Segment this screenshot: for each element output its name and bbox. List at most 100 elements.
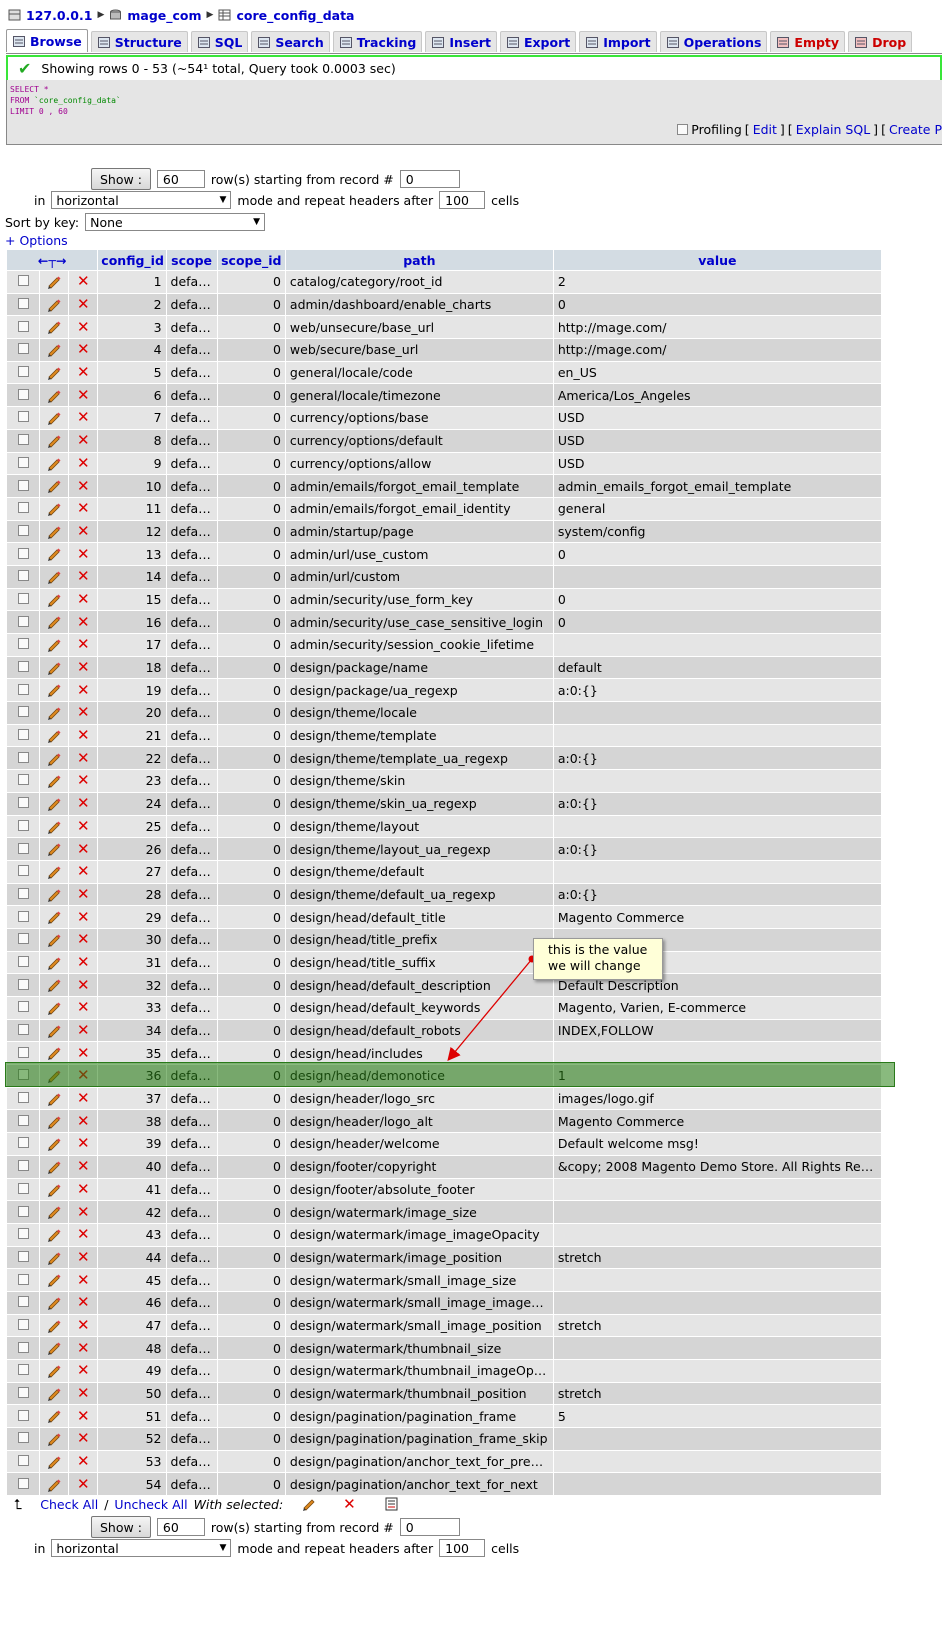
pencil-icon[interactable] bbox=[46, 364, 62, 380]
delete-icon[interactable]: ✕ bbox=[77, 998, 90, 1016]
delete-row-button[interactable]: ✕ bbox=[69, 588, 98, 611]
delete-icon[interactable]: ✕ bbox=[77, 454, 90, 472]
edit-row-button[interactable] bbox=[40, 1133, 69, 1155]
breadcrumb-server-link[interactable]: 127.0.0.1 bbox=[26, 8, 92, 23]
delete-row-button[interactable]: ✕ bbox=[69, 1314, 98, 1337]
pencil-icon[interactable] bbox=[46, 682, 62, 698]
delete-row-button[interactable]: ✕ bbox=[69, 747, 98, 770]
row-checkbox[interactable] bbox=[7, 407, 40, 429]
pencil-icon[interactable] bbox=[46, 977, 62, 993]
delete-icon[interactable]: ✕ bbox=[77, 613, 90, 631]
delete-icon[interactable]: ✕ bbox=[77, 408, 90, 426]
delete-icon[interactable]: ✕ bbox=[77, 431, 90, 449]
edit-row-button[interactable] bbox=[40, 543, 69, 565]
checkbox[interactable] bbox=[17, 910, 29, 922]
checkbox[interactable] bbox=[17, 751, 29, 763]
delete-icon[interactable]: ✕ bbox=[77, 885, 90, 903]
delete-row-button[interactable]: ✕ bbox=[69, 1428, 98, 1450]
checkbox[interactable] bbox=[17, 1477, 29, 1489]
edit-row-button[interactable] bbox=[40, 974, 69, 996]
row-checkbox[interactable] bbox=[7, 543, 40, 565]
pencil-icon[interactable] bbox=[46, 841, 62, 857]
delete-row-button[interactable]: ✕ bbox=[69, 543, 98, 565]
edit-row-button[interactable] bbox=[40, 611, 69, 633]
delete-icon[interactable]: ✕ bbox=[77, 295, 90, 313]
tab-sql[interactable]: SQL bbox=[190, 31, 249, 52]
row-checkbox[interactable] bbox=[7, 747, 40, 770]
display-mode-select-bottom[interactable]: horizontal ▼ bbox=[51, 1539, 232, 1557]
pencil-icon[interactable] bbox=[46, 1158, 62, 1174]
delete-row-button[interactable]: ✕ bbox=[69, 611, 98, 633]
delete-row-button[interactable]: ✕ bbox=[69, 1087, 98, 1110]
checkbox[interactable] bbox=[17, 1114, 29, 1126]
pencil-icon[interactable] bbox=[46, 659, 62, 675]
delete-row-button[interactable]: ✕ bbox=[69, 974, 98, 996]
pencil-icon[interactable] bbox=[46, 478, 62, 494]
checkbox[interactable] bbox=[17, 298, 29, 310]
delete-row-button[interactable]: ✕ bbox=[69, 951, 98, 974]
delete-icon[interactable]: ✕ bbox=[77, 1429, 90, 1447]
row-checkbox[interactable] bbox=[7, 1019, 40, 1042]
check-all-link[interactable]: Check All bbox=[40, 1497, 98, 1512]
tab-tracking[interactable]: Tracking bbox=[332, 31, 423, 52]
edit-row-button[interactable] bbox=[40, 1042, 69, 1065]
tab-structure[interactable]: Structure bbox=[90, 31, 188, 52]
tab-browse[interactable]: Browse bbox=[6, 29, 88, 52]
pencil-icon[interactable] bbox=[46, 546, 62, 562]
edit-row-button[interactable] bbox=[40, 1087, 69, 1110]
delete-icon[interactable]: ✕ bbox=[77, 681, 90, 699]
pencil-icon[interactable] bbox=[46, 1385, 62, 1401]
delete-icon[interactable]: ✕ bbox=[77, 1339, 90, 1357]
edit-row-button[interactable] bbox=[40, 792, 69, 815]
edit-row-button[interactable] bbox=[40, 1405, 69, 1428]
tab-search[interactable]: Search bbox=[251, 31, 330, 52]
delete-icon[interactable]: ✕ bbox=[77, 1134, 90, 1152]
checkbox[interactable] bbox=[17, 570, 29, 582]
pencil-icon[interactable] bbox=[46, 1476, 62, 1492]
row-checkbox[interactable] bbox=[7, 951, 40, 974]
delete-row-button[interactable]: ✕ bbox=[69, 520, 98, 543]
delete-row-button[interactable]: ✕ bbox=[69, 997, 98, 1019]
tab-import[interactable]: Import bbox=[579, 31, 657, 52]
checkbox[interactable] bbox=[17, 1024, 29, 1036]
breadcrumb-table-link[interactable]: core_config_data bbox=[236, 8, 354, 23]
checkbox[interactable] bbox=[17, 479, 29, 491]
delete-icon[interactable]: ✕ bbox=[77, 340, 90, 358]
delete-row-button[interactable]: ✕ bbox=[69, 1450, 98, 1473]
repeat-headers-input[interactable]: 100 bbox=[439, 191, 486, 209]
row-checkbox[interactable] bbox=[7, 588, 40, 611]
edit-row-button[interactable] bbox=[40, 1360, 69, 1382]
delete-row-button[interactable]: ✕ bbox=[69, 1110, 98, 1133]
delete-row-button[interactable]: ✕ bbox=[69, 384, 98, 407]
row-checkbox[interactable] bbox=[7, 883, 40, 906]
tab-export[interactable]: Export bbox=[499, 31, 577, 52]
show-button[interactable]: Show : bbox=[91, 168, 151, 190]
delete-icon[interactable]: ✕ bbox=[77, 908, 90, 926]
edit-row-button[interactable] bbox=[40, 1382, 69, 1405]
edit-row-button[interactable] bbox=[40, 452, 69, 475]
edit-row-button[interactable] bbox=[40, 928, 69, 951]
pencil-icon[interactable] bbox=[46, 909, 62, 925]
checkbox[interactable] bbox=[17, 797, 29, 809]
delete-icon[interactable]: ✕ bbox=[77, 1021, 90, 1039]
delete-icon[interactable]: ✕ bbox=[77, 1157, 90, 1175]
edit-row-button[interactable] bbox=[40, 520, 69, 543]
delete-row-button[interactable]: ✕ bbox=[69, 634, 98, 656]
sort-key-select[interactable]: None ▼ bbox=[85, 213, 266, 231]
delete-row-button[interactable]: ✕ bbox=[69, 815, 98, 838]
edit-row-button[interactable] bbox=[40, 1428, 69, 1450]
edit-row-button[interactable] bbox=[40, 1337, 69, 1359]
checkbox[interactable] bbox=[17, 1001, 29, 1013]
row-checkbox[interactable] bbox=[7, 1360, 40, 1382]
show-button-bottom[interactable]: Show : bbox=[91, 1516, 151, 1538]
row-checkbox[interactable] bbox=[7, 565, 40, 588]
delete-row-button[interactable]: ✕ bbox=[69, 1223, 98, 1246]
delete-row-button[interactable]: ✕ bbox=[69, 1201, 98, 1223]
row-checkbox[interactable] bbox=[7, 316, 40, 339]
pencil-icon[interactable] bbox=[46, 1363, 62, 1379]
tab-insert[interactable]: Insert bbox=[425, 31, 497, 52]
edit-row-button[interactable] bbox=[40, 679, 69, 702]
pencil-icon[interactable] bbox=[46, 1295, 62, 1311]
delete-row-button[interactable]: ✕ bbox=[69, 1360, 98, 1382]
delete-icon[interactable]: ✕ bbox=[77, 1293, 90, 1311]
